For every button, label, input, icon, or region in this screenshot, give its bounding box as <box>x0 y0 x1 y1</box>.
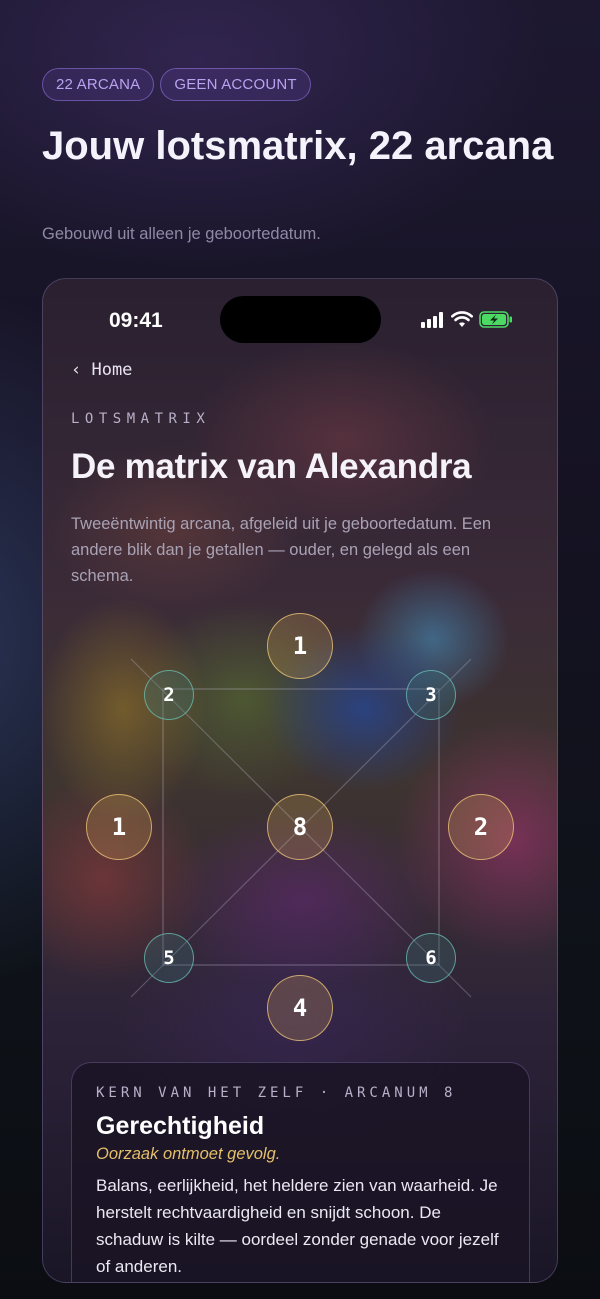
matrix-node-left: 1 <box>86 794 152 860</box>
matrix-lines <box>130 658 472 998</box>
chip-no-account: GEEN ACCOUNT <box>160 68 311 101</box>
matrix-node-bottom-right: 6 <box>406 933 456 983</box>
matrix-node-top-left: 2 <box>144 670 194 720</box>
matrix-node-top-right: 3 <box>406 670 456 720</box>
card-title: Gerechtigheid <box>96 1112 265 1140</box>
page-subtitle: Gebouwd uit alleen je geboortedatum. <box>42 225 321 243</box>
page-title: Jouw lotsmatrix, 22 arcana <box>42 124 554 168</box>
chip-arcana: 22 ARCANA <box>42 68 155 101</box>
matrix-node-bottom: 4 <box>267 975 333 1041</box>
tag-chips: 22 ARCANA GEEN ACCOUNT <box>42 68 311 101</box>
matrix-node-right: 2 <box>448 794 514 860</box>
phone-mockup: 09:41 ‹ Home LOTSMATRIX De matrix van Al… <box>42 278 558 1283</box>
matrix-node-top: 1 <box>267 613 333 679</box>
card-eyebrow: KERN VAN HET ZELF · ARCANUM 8 <box>96 1085 457 1101</box>
destiny-matrix: 1 2 3 1 8 2 5 6 4 <box>43 279 557 1079</box>
card-body: Balans, eerlijkheid, het heldere zien va… <box>96 1176 499 1276</box>
card-tagline: Oorzaak ontmoet gevolg. <box>96 1145 281 1163</box>
arcanum-card[interactable]: KERN VAN HET ZELF · ARCANUM 8 Gerechtigh… <box>71 1062 530 1282</box>
matrix-node-bottom-left: 5 <box>144 933 194 983</box>
matrix-node-center: 8 <box>267 794 333 860</box>
